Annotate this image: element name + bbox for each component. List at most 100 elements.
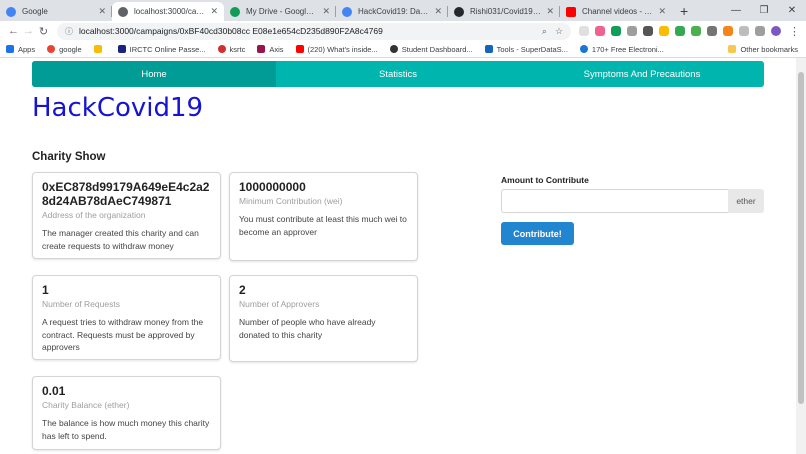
card-header: 2: [239, 283, 246, 297]
superdatascience-icon: [484, 45, 493, 53]
globe-icon: [118, 6, 128, 17]
zoom-icon[interactable]: ⌕: [542, 26, 547, 37]
card-header: 0xEC878d99179A649eE4c2a28d24AB78dAeC7498…: [42, 180, 210, 208]
apps-grid-icon: [6, 45, 14, 53]
extension-icon[interactable]: [675, 26, 686, 36]
browser-tab[interactable]: Google ✕: [0, 2, 112, 21]
brand-title[interactable]: HackCovid19: [32, 93, 203, 123]
bookmark-apps[interactable]: Apps: [6, 45, 35, 54]
bookmark-student-dashboard[interactable]: Student Dashboard...: [389, 45, 473, 54]
more-icon[interactable]: ⋮: [789, 25, 800, 38]
electronics-icon: [579, 45, 588, 53]
contribute-label: Amount to Contribute: [501, 175, 589, 185]
extension-icon[interactable]: [643, 26, 654, 36]
tab-title: Google: [22, 7, 48, 16]
nav-menu: Home Statistics Symptoms And Precautions: [32, 61, 764, 87]
nav-item-home[interactable]: Home: [32, 61, 276, 87]
globe-icon: [389, 45, 398, 53]
maximize-icon[interactable]: ❐: [750, 5, 778, 16]
youtube-icon: [295, 45, 304, 53]
url-text: localhost:3000/campaigns/0xBF40cd30b08cc…: [78, 26, 383, 36]
bookmark-youtube[interactable]: (220) What's inside...: [295, 45, 378, 54]
amount-input[interactable]: [501, 189, 728, 213]
youtube-icon: [566, 6, 576, 17]
tab-title: Rishi031/Covid19-charity: [470, 7, 542, 16]
bookmark-mail[interactable]: [93, 45, 106, 53]
close-icon[interactable]: ✕: [98, 6, 106, 17]
close-icon[interactable]: ✕: [434, 6, 442, 17]
folder-icon: [728, 45, 737, 53]
contribute-button[interactable]: Contribute!: [501, 222, 574, 245]
drive-icon: [230, 6, 240, 17]
close-icon[interactable]: ✕: [546, 6, 554, 17]
bookmarks-bar: Apps google IRCTC Online Passe... ksrtc …: [0, 41, 806, 58]
reload-icon[interactable]: ↻: [36, 25, 51, 38]
address-bar: ← → ↻ ⓘ localhost:3000/campaigns/0xBF40c…: [0, 21, 806, 41]
new-tab-button[interactable]: +: [672, 3, 696, 21]
extension-icon[interactable]: [611, 26, 622, 36]
extension-icon[interactable]: [627, 26, 638, 36]
tab-title: localhost:3000/campaigns: [134, 7, 206, 16]
nav-item-statistics[interactable]: Statistics: [276, 61, 520, 87]
extension-icon[interactable]: [707, 26, 718, 36]
nav-item-symptoms[interactable]: Symptoms And Precautions: [520, 61, 764, 87]
scrollbar[interactable]: [796, 58, 806, 454]
bookmark-google[interactable]: google: [47, 45, 82, 54]
close-icon[interactable]: ✕: [322, 6, 330, 17]
browser-tab-active[interactable]: localhost:3000/campaigns ✕: [112, 2, 224, 21]
url-field[interactable]: ⓘ localhost:3000/campaigns/0xBF40cd30b08…: [56, 22, 572, 40]
extension-icon[interactable]: [691, 26, 702, 36]
page-title: Charity Show: [32, 151, 106, 163]
bookmark-irctc[interactable]: IRCTC Online Passe...: [117, 45, 206, 54]
site-info-icon[interactable]: ⓘ: [65, 26, 73, 37]
tab-title: Channel videos - YouTube: [582, 7, 654, 16]
browser-tab[interactable]: HackCovid19: Dashboard ✕: [336, 2, 448, 21]
bookmark-ksrtc[interactable]: ksrtc: [217, 45, 245, 54]
forward-icon[interactable]: →: [21, 25, 36, 37]
irctc-icon: [117, 45, 126, 53]
bookmark-axis[interactable]: Axis: [257, 45, 284, 54]
card-description: You must contribute at least this much w…: [239, 214, 407, 237]
tab-title: My Drive - Google Drive: [246, 7, 319, 16]
card-address: 0xEC878d99179A649eE4c2a28d24AB78dAeC7498…: [32, 172, 221, 259]
card-header: 0.01: [42, 384, 66, 398]
extension-icon[interactable]: [659, 26, 670, 36]
google-icon: [47, 45, 56, 53]
card-meta: Charity Balance (ether): [42, 400, 130, 410]
card-description: A request tries to withdraw money from t…: [42, 317, 204, 352]
card-header: 1000000000: [239, 180, 306, 194]
browser-tab[interactable]: My Drive - Google Drive✕: [224, 2, 336, 21]
google-icon: [6, 6, 16, 17]
card-requests: 1 Number of Requests A request tries to …: [32, 275, 221, 360]
tab-title: HackCovid19: Dashboard: [358, 7, 430, 16]
close-icon[interactable]: ✕: [210, 6, 218, 17]
bookmark-star-icon[interactable]: ☆: [555, 26, 563, 37]
profile-avatar[interactable]: [771, 26, 782, 36]
card-balance: 0.01 Charity Balance (ether) The balance…: [32, 376, 221, 450]
browser-tab[interactable]: Channel videos - YouTube ✕: [560, 2, 672, 21]
scrollbar-thumb[interactable]: [798, 72, 804, 404]
card-description: The balance is how much money this chari…: [42, 418, 210, 441]
browser-tab[interactable]: Rishi031/Covid19-charity ✕: [448, 2, 560, 21]
bookmark-electronics[interactable]: 170+ Free Electroni...: [579, 45, 664, 54]
minimize-icon[interactable]: —: [722, 5, 750, 16]
card-meta: Address of the organization: [42, 210, 146, 220]
other-bookmarks[interactable]: Other bookmarks: [728, 45, 798, 54]
extension-icon[interactable]: [739, 26, 750, 36]
back-icon[interactable]: ←: [6, 25, 21, 37]
extensions: [579, 26, 782, 36]
close-icon[interactable]: ✕: [658, 6, 666, 17]
bookmark-tools[interactable]: Tools - SuperDataS...: [484, 45, 568, 54]
ksrtc-icon: [217, 45, 226, 53]
close-window-icon[interactable]: ✕: [778, 5, 806, 16]
card-description: The manager created this charity and can…: [42, 228, 199, 251]
extension-icon[interactable]: [755, 26, 766, 36]
axis-icon: [257, 45, 266, 53]
card-approvers: 2 Number of Approvers Number of people w…: [229, 275, 418, 362]
extension-icon[interactable]: [595, 26, 606, 36]
card-meta: Number of Approvers: [239, 299, 320, 309]
extension-icon[interactable]: [723, 26, 734, 36]
browser-tab-strip: Google ✕ localhost:3000/campaigns ✕ My Dri…: [0, 0, 806, 21]
extension-icon[interactable]: [579, 26, 590, 36]
card-meta: Minimum Contribution (wei): [239, 196, 343, 206]
